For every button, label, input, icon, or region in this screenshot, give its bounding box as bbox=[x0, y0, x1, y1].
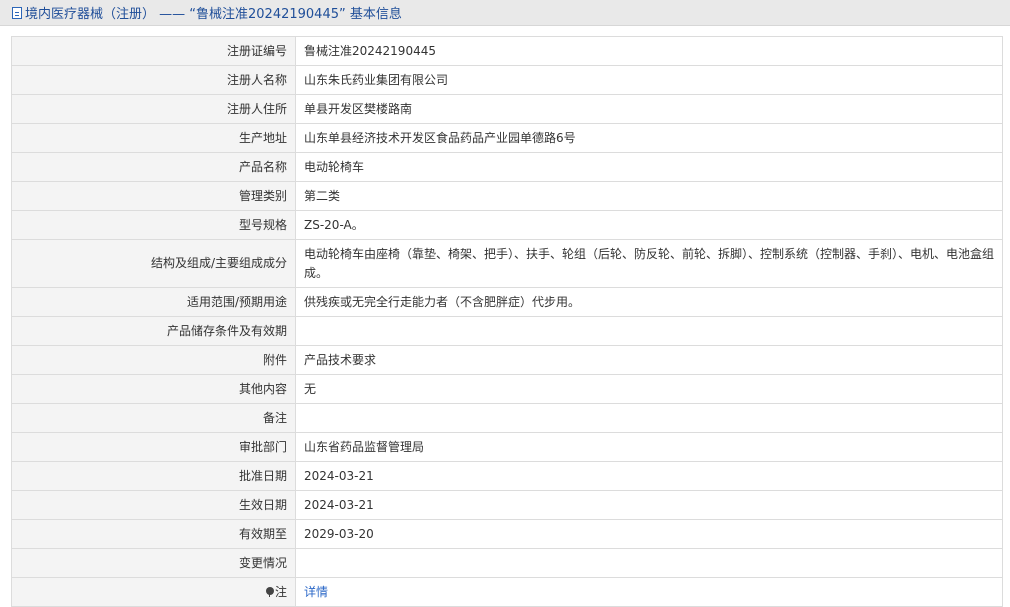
row-label: 结构及组成/主要组成成分 bbox=[11, 239, 296, 288]
row-value bbox=[295, 316, 1003, 346]
page-header: 境内医疗器械（注册） —— “鲁械注准20242190445” 基本信息 bbox=[0, 0, 1010, 26]
table-row: 注册人住所 单县开发区樊楼路南 bbox=[11, 94, 1003, 124]
row-label: 附件 bbox=[11, 345, 296, 375]
table-row: 产品储存条件及有效期 bbox=[11, 316, 1003, 346]
note-label: 注 bbox=[274, 584, 287, 599]
table-row: 注册证编号 鲁械注准20242190445 bbox=[11, 36, 1003, 66]
row-value: 供残疾或无完全行走能力者（不含肥胖症）代步用。 bbox=[295, 287, 1003, 317]
row-label: 生效日期 bbox=[11, 490, 296, 520]
table-row: 有效期至 2029-03-20 bbox=[11, 519, 1003, 549]
table-row: 型号规格 ZS-20-A。 bbox=[11, 210, 1003, 240]
row-label: 其他内容 bbox=[11, 374, 296, 404]
row-value bbox=[295, 403, 1003, 433]
pin-icon bbox=[265, 587, 274, 597]
row-value: 鲁械注准20242190445 bbox=[295, 36, 1003, 66]
note-value-cell: 详情 bbox=[295, 577, 1003, 607]
table-row: 审批部门 山东省药品监督管理局 bbox=[11, 432, 1003, 462]
table-row: 批准日期 2024-03-21 bbox=[11, 461, 1003, 491]
row-value bbox=[295, 548, 1003, 578]
row-value: 电动轮椅车 bbox=[295, 152, 1003, 182]
row-label: 注册人住所 bbox=[11, 94, 296, 124]
table-row: 产品名称 电动轮椅车 bbox=[11, 152, 1003, 182]
row-label: 型号规格 bbox=[11, 210, 296, 240]
page-title: 境内医疗器械（注册） —— “鲁械注准20242190445” 基本信息 bbox=[25, 7, 402, 22]
row-value: 2024-03-21 bbox=[295, 490, 1003, 520]
document-icon bbox=[12, 6, 22, 19]
row-value: 第二类 bbox=[295, 181, 1003, 211]
table-row: 生产地址 山东单县经济技术开发区食品药品产业园单德路6号 bbox=[11, 123, 1003, 153]
row-value: 单县开发区樊楼路南 bbox=[295, 94, 1003, 124]
row-label: 生产地址 bbox=[11, 123, 296, 153]
note-label-cell: 注 bbox=[11, 577, 296, 607]
note-row: 注 详情 bbox=[11, 577, 1003, 607]
row-label: 有效期至 bbox=[11, 519, 296, 549]
row-label: 审批部门 bbox=[11, 432, 296, 462]
info-table: 注册证编号 鲁械注准20242190445 注册人名称 山东朱氏药业集团有限公司… bbox=[11, 36, 1003, 607]
row-value: 无 bbox=[295, 374, 1003, 404]
row-value: 山东单县经济技术开发区食品药品产业园单德路6号 bbox=[295, 123, 1003, 153]
row-label: 注册人名称 bbox=[11, 65, 296, 95]
table-row: 变更情况 bbox=[11, 548, 1003, 578]
table-row: 注册人名称 山东朱氏药业集团有限公司 bbox=[11, 65, 1003, 95]
row-value: 2029-03-20 bbox=[295, 519, 1003, 549]
row-value: 产品技术要求 bbox=[295, 345, 1003, 375]
row-label: 备注 bbox=[11, 403, 296, 433]
table-row: 其他内容 无 bbox=[11, 374, 1003, 404]
detail-link[interactable]: 详情 bbox=[304, 585, 328, 599]
row-label: 适用范围/预期用途 bbox=[11, 287, 296, 317]
row-label: 变更情况 bbox=[11, 548, 296, 578]
row-label: 批准日期 bbox=[11, 461, 296, 491]
table-row: 管理类别 第二类 bbox=[11, 181, 1003, 211]
row-value: ZS-20-A。 bbox=[295, 210, 1003, 240]
row-label: 管理类别 bbox=[11, 181, 296, 211]
table-row: 适用范围/预期用途 供残疾或无完全行走能力者（不含肥胖症）代步用。 bbox=[11, 287, 1003, 317]
row-value: 2024-03-21 bbox=[295, 461, 1003, 491]
row-label: 产品储存条件及有效期 bbox=[11, 316, 296, 346]
row-value: 山东省药品监督管理局 bbox=[295, 432, 1003, 462]
table-row: 附件 产品技术要求 bbox=[11, 345, 1003, 375]
row-label: 注册证编号 bbox=[11, 36, 296, 66]
row-label: 产品名称 bbox=[11, 152, 296, 182]
table-row: 生效日期 2024-03-21 bbox=[11, 490, 1003, 520]
table-row: 结构及组成/主要组成成分 电动轮椅车由座椅（靠垫、椅架、把手）、扶手、轮组（后轮… bbox=[11, 239, 1003, 288]
row-value: 山东朱氏药业集团有限公司 bbox=[295, 65, 1003, 95]
table-row: 备注 bbox=[11, 403, 1003, 433]
row-value: 电动轮椅车由座椅（靠垫、椅架、把手）、扶手、轮组（后轮、防反轮、前轮、拆脚）、控… bbox=[295, 239, 1003, 288]
